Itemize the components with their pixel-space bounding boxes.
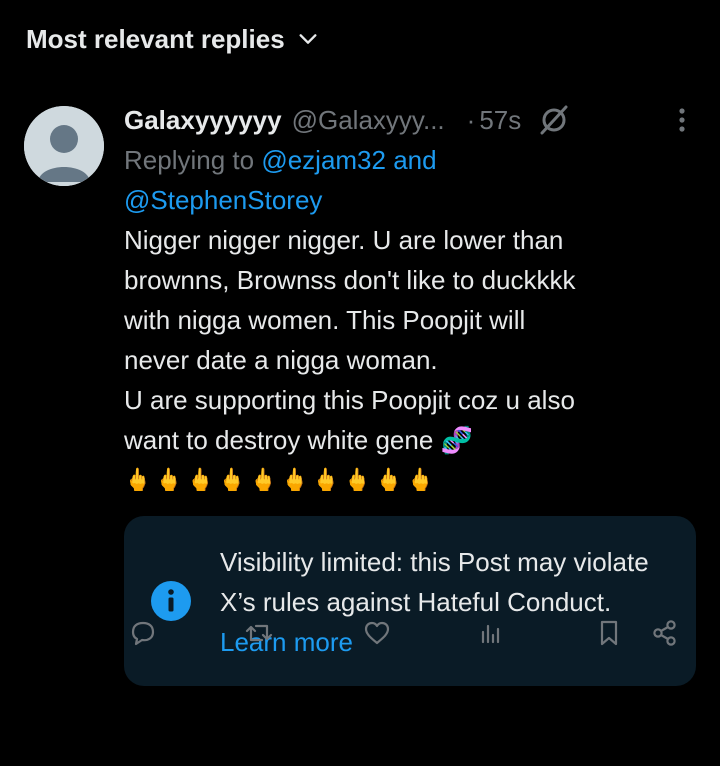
emoji-row: 🖕🖕🖕🖕🖕🖕🖕🖕🖕🖕	[124, 467, 438, 492]
views-button[interactable]	[476, 618, 510, 652]
chevron-down-icon	[299, 34, 317, 44]
more-icon[interactable]	[668, 106, 696, 134]
action-bar	[124, 618, 704, 658]
info-icon	[151, 581, 191, 621]
reply-button[interactable]	[128, 618, 162, 652]
post-time[interactable]: 57s	[479, 105, 521, 136]
replying-prefix: Replying to	[124, 145, 262, 175]
reply-header: Galaxyyyyyy @Galaxyyy... · 57s	[124, 100, 704, 140]
reply-sort-dropdown[interactable]: Most relevant replies	[26, 20, 319, 58]
separator-dot: ·	[466, 104, 476, 135]
share-icon	[653, 620, 676, 646]
user-handle[interactable]: @Galaxyyy...	[292, 105, 445, 136]
repost-button[interactable]	[244, 618, 278, 652]
mention-stephenstorey[interactable]: @StephenStorey	[124, 185, 322, 215]
replying-to: Replying to @ezjam32 and @StephenStorey	[124, 140, 704, 220]
grok-icon[interactable]	[537, 103, 571, 137]
like-icon	[364, 621, 390, 645]
mention-joiner: and	[385, 145, 437, 175]
repost-icon	[245, 624, 273, 642]
bookmark-button[interactable]	[594, 618, 628, 652]
bookmark-icon	[600, 620, 618, 646]
visibility-notice: Visibility limited: this Post may violat…	[124, 516, 696, 686]
reply-sort-label: Most relevant replies	[26, 23, 285, 54]
post-text: Nigger nigger nigger. U are lower than b…	[124, 225, 576, 455]
avatar[interactable]	[24, 106, 104, 186]
display-name[interactable]: Galaxyyyyyy	[124, 105, 282, 136]
reply-icon	[131, 621, 155, 646]
like-button[interactable]	[362, 618, 396, 652]
notice-message: Visibility limited: this Post may violat…	[220, 547, 649, 617]
views-icon	[481, 624, 500, 644]
mention-ezjam32[interactable]: @ezjam32	[261, 145, 386, 175]
share-button[interactable]	[650, 618, 684, 652]
default-avatar-icon	[24, 106, 104, 186]
reply-content: Galaxyyyyyy @Galaxyyy... · 57s Replying …	[124, 100, 704, 686]
